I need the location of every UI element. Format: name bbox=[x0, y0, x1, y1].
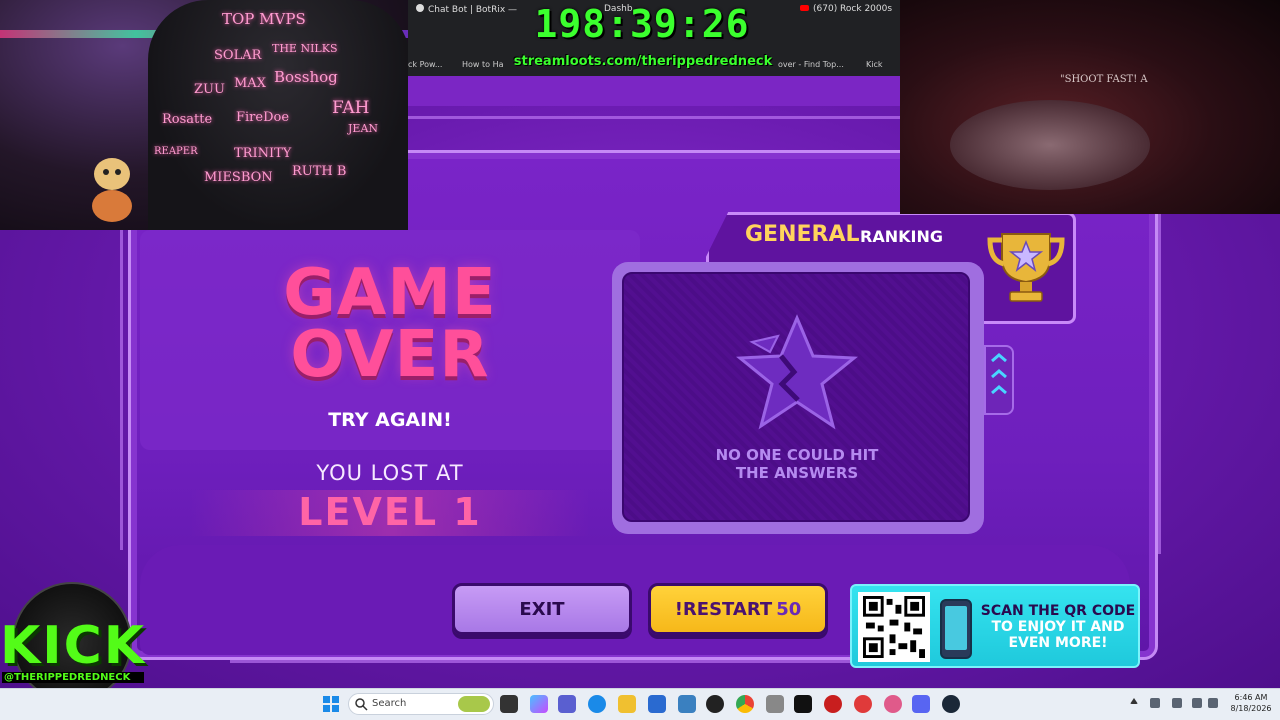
volume-icon[interactable] bbox=[1208, 698, 1218, 708]
mail-icon[interactable] bbox=[678, 695, 696, 713]
restart-button-label: !RESTART bbox=[674, 598, 773, 620]
browser-tab[interactable]: (670) Rock 2000s bbox=[800, 4, 892, 24]
task-view-icon[interactable] bbox=[500, 695, 518, 713]
frame-line-bottom bbox=[230, 660, 850, 663]
search-icon bbox=[355, 698, 368, 711]
tray-overflow-icon[interactable] bbox=[1130, 698, 1138, 704]
chair-signature: MIESBON bbox=[204, 170, 273, 185]
chair-signature: Rosatte bbox=[162, 112, 213, 127]
qr-code-icon bbox=[858, 592, 930, 662]
bookmark-item[interactable]: ck Pow... bbox=[408, 60, 442, 69]
qr-text-enjoy: TO ENJOY IT AND EVEN MORE! bbox=[991, 619, 1125, 651]
terminal-icon[interactable] bbox=[794, 695, 812, 713]
kick-logo: KICK bbox=[0, 616, 147, 676]
steam-icon[interactable] bbox=[942, 695, 960, 713]
chair-signature: THE NILKS bbox=[272, 42, 338, 55]
chair-signature: TRINITY bbox=[234, 146, 292, 161]
webcam-left: TOP MVPS SOLAR THE NILKS ZUU MAX Bosshog… bbox=[0, 0, 408, 230]
store-icon[interactable] bbox=[648, 695, 666, 713]
kick-handle: @THERIPPEDREDNECK bbox=[2, 672, 144, 683]
lost-at-label: YOU LOST AT bbox=[316, 461, 464, 485]
game-header-strip bbox=[408, 76, 900, 106]
ranking-general-label: GENERAL bbox=[745, 222, 860, 247]
pillow bbox=[950, 100, 1150, 190]
wall-sign-text: "SHOOT FAST! A bbox=[1060, 74, 1148, 85]
chair-signature: FireDoe bbox=[236, 110, 290, 125]
discord-icon[interactable] bbox=[912, 695, 930, 713]
chair-signature: JEAN bbox=[348, 122, 379, 135]
try-again-text: TRY AGAIN! bbox=[328, 409, 452, 431]
tab-label: (670) Rock 2000s bbox=[813, 4, 893, 14]
level-value: LEVEL 1 bbox=[298, 490, 482, 534]
network-status-icon[interactable] bbox=[1150, 698, 1160, 708]
restart-button[interactable]: !RESTART 50 bbox=[648, 583, 828, 635]
exit-button[interactable]: EXIT bbox=[452, 583, 632, 635]
exit-button-label: EXIT bbox=[519, 598, 565, 620]
ranking-label: RANKING bbox=[860, 227, 943, 246]
frame-line-top bbox=[408, 116, 900, 119]
chevrons-icon bbox=[991, 353, 1007, 395]
edge-icon[interactable] bbox=[588, 695, 606, 713]
qr-promo-text: SCAN THE QR CODE TO ENJOY IT AND EVEN MO… bbox=[980, 603, 1136, 651]
audio-app-icon[interactable] bbox=[884, 695, 902, 713]
windows-start-icon[interactable] bbox=[322, 695, 340, 713]
record-icon[interactable] bbox=[824, 695, 842, 713]
obs-icon[interactable] bbox=[706, 695, 724, 713]
chrome-icon[interactable] bbox=[736, 695, 754, 713]
search-highlight-icon bbox=[458, 696, 490, 712]
plush-toy-icon bbox=[92, 158, 132, 222]
game-over-title: GAME OVER bbox=[283, 256, 497, 392]
qr-text-scan: SCAN THE QR CODE bbox=[980, 603, 1136, 619]
app-icon[interactable] bbox=[766, 695, 784, 713]
chair-signature: MAX bbox=[234, 76, 266, 91]
phone-icon bbox=[940, 599, 972, 659]
search-placeholder: Search bbox=[372, 698, 407, 709]
chair-signature: REAPER bbox=[154, 146, 198, 157]
no-winners-message: NO ONE COULD HIT THE ANSWERS bbox=[715, 446, 879, 482]
taskbar bbox=[0, 688, 1280, 720]
broken-star-icon bbox=[736, 314, 858, 430]
ranking-expand-handle[interactable] bbox=[984, 345, 1014, 415]
trophy-icon bbox=[987, 233, 1065, 302]
clock-date: 8/18/2026 bbox=[1230, 704, 1272, 713]
taskbar-clock[interactable]: 6:46 AM 8/18/2026 bbox=[1226, 692, 1276, 714]
subathon-timer: 198:39:26 bbox=[534, 2, 750, 46]
chair-signature: Bosshog bbox=[274, 68, 338, 86]
webcam-right: "SHOOT FAST! A bbox=[900, 0, 1280, 214]
microphone-icon[interactable] bbox=[1172, 698, 1182, 708]
clock-time: 6:46 AM bbox=[1234, 693, 1268, 702]
frame-line-right bbox=[1158, 214, 1161, 554]
tab-favicon-icon bbox=[416, 4, 424, 12]
chair-signature: SOLAR bbox=[214, 48, 262, 63]
chair-signature: TOP MVPS bbox=[222, 10, 306, 28]
gta-icon[interactable] bbox=[854, 695, 872, 713]
chair-signature: ZUU bbox=[194, 82, 225, 97]
chair-signature: RUTH B bbox=[292, 164, 347, 179]
display-icon[interactable] bbox=[1192, 698, 1202, 708]
bookmark-kick[interactable]: Kick bbox=[866, 60, 883, 69]
frame-line-left bbox=[120, 230, 123, 550]
copilot-icon[interactable] bbox=[530, 695, 548, 713]
streamloots-link: streamloots.com/therippedredneck bbox=[513, 54, 773, 69]
teams-icon[interactable] bbox=[558, 695, 576, 713]
file-explorer-icon[interactable] bbox=[618, 695, 636, 713]
chair-signature: FAH bbox=[332, 98, 370, 118]
youtube-icon bbox=[800, 5, 809, 11]
restart-cost: 50 bbox=[776, 598, 802, 620]
